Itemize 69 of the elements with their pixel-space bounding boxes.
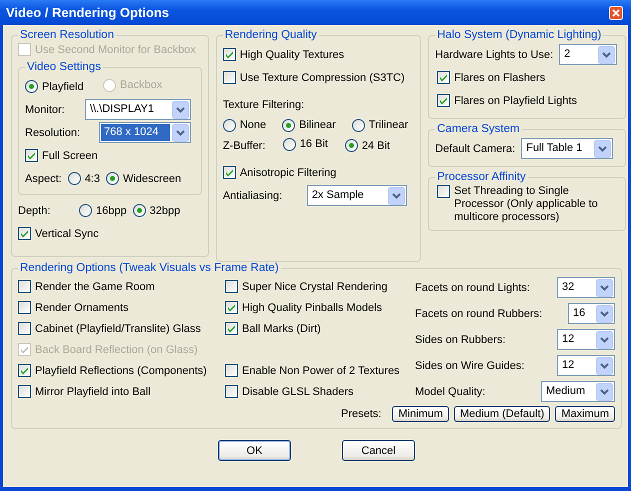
field-label: Z-Buffer: bbox=[222, 140, 266, 152]
dropdown[interactable]: 32 bbox=[557, 277, 615, 298]
preset-button[interactable]: Medium (Default) bbox=[454, 406, 550, 422]
checkbox-label: Use Second Monitor for Backbox bbox=[35, 44, 196, 56]
field-label: Hardware Lights to Use: bbox=[435, 48, 554, 60]
group-title: Video Settings bbox=[26, 61, 102, 73]
checkbox-label: Enable Non Power of 2 Textures bbox=[242, 364, 400, 376]
preset-button[interactable]: Maximum bbox=[555, 406, 615, 422]
checkbox-label: Cabinet (Playfield/Translite) Glass bbox=[35, 322, 201, 334]
field-label: Monitor: bbox=[25, 104, 66, 116]
field-label: Texture Filtering: bbox=[222, 98, 304, 110]
checkbox-label: High Quality Textures bbox=[240, 48, 344, 60]
checkbox-label: Vertical Sync bbox=[35, 228, 99, 240]
dropdown[interactable]: Full Table 1 bbox=[521, 138, 614, 159]
group-title: Rendering Options (Tweak Visuals vs Frame Rate) bbox=[19, 262, 280, 274]
dialog-button[interactable]: Cancel bbox=[342, 440, 415, 461]
field-label: Model Quality: bbox=[415, 386, 486, 398]
field-label: Sides on Wire Guides: bbox=[415, 360, 524, 372]
field-label: Default Camera: bbox=[435, 142, 516, 154]
window-title: Video / Rendering Options bbox=[6, 5, 169, 20]
dropdown[interactable]: \\.\DISPLAY1 bbox=[85, 99, 191, 120]
checkbox-label: Ball Marks (Dirt) bbox=[242, 322, 321, 334]
checkbox-label: Flares on Flashers bbox=[454, 72, 546, 84]
field-label: Antialiasing: bbox=[222, 190, 284, 202]
radio-label: 16bpp bbox=[96, 204, 127, 216]
checkbox-label: High Quality Pinballs Models bbox=[242, 302, 382, 314]
radio-label: 4:3 bbox=[84, 172, 100, 184]
dropdown[interactable]: 16 bbox=[568, 303, 615, 324]
dropdown[interactable]: Medium bbox=[541, 381, 615, 402]
radio-label: Bilinear bbox=[299, 119, 336, 131]
checkbox-label: Use Texture Compression (S3TC) bbox=[240, 72, 405, 84]
group-title: Camera System bbox=[436, 123, 521, 135]
field-label: Resolution: bbox=[25, 126, 82, 138]
field-label: Facets on round Rubbers: bbox=[415, 308, 542, 320]
group-title: Rendering Quality bbox=[224, 29, 318, 41]
radio-label: Trilinear bbox=[368, 119, 408, 131]
dropdown[interactable]: 768 x 1024 bbox=[99, 122, 191, 143]
dropdown[interactable]: 2 bbox=[559, 44, 618, 65]
preset-button[interactable]: Minimum bbox=[392, 406, 449, 422]
radio-label: 24 Bit bbox=[362, 140, 390, 152]
group-title: Halo System (Dynamic Lighting) bbox=[436, 29, 602, 41]
group-title: Screen Resolution bbox=[19, 29, 115, 41]
field-label: Depth: bbox=[18, 204, 52, 216]
field-label: Aspect: bbox=[25, 172, 62, 184]
dropdown[interactable]: 12 bbox=[557, 355, 615, 376]
checkbox-label: Full Screen bbox=[42, 150, 98, 162]
checkbox-label: Render Ornaments bbox=[35, 302, 129, 314]
radio-label: 32bpp bbox=[150, 204, 180, 216]
dialog-button[interactable]: OK bbox=[218, 440, 291, 461]
presets-label: Presets: bbox=[340, 408, 382, 420]
checkbox-label: Super Nice Crystal Rendering bbox=[242, 280, 388, 292]
checkbox-label: Mirror Playfield into Ball bbox=[35, 386, 151, 398]
checkbox-label: Back Board Reflection (on Glass) bbox=[35, 344, 198, 356]
dropdown[interactable]: 12 bbox=[557, 329, 615, 350]
checkbox-label: Anisotropic Filtering bbox=[240, 166, 336, 178]
checkbox-label: Set Threading to Single Processor (Only applicable to multicore processors) bbox=[454, 185, 599, 224]
radio-label: None bbox=[240, 119, 266, 131]
field-label: Facets on round Lights: bbox=[415, 282, 530, 294]
field-label: Sides on Rubbers: bbox=[415, 334, 506, 346]
checkbox-label: Playfield Reflections (Components) bbox=[35, 364, 207, 376]
checkbox-label: Disable GLSL Shaders bbox=[242, 386, 354, 398]
radio-label: 16 Bit bbox=[300, 138, 328, 150]
checkbox-label: Flares on Playfield Lights bbox=[454, 94, 578, 106]
dropdown[interactable]: 2x Sample bbox=[306, 185, 407, 206]
checkbox-label: Render the Game Room bbox=[35, 280, 155, 292]
radio-label: Widescreen bbox=[122, 172, 182, 184]
radio-label: Backbox bbox=[120, 79, 162, 91]
radio-label: Playfield bbox=[42, 80, 84, 92]
group-title: Processor Affinity bbox=[436, 171, 527, 183]
